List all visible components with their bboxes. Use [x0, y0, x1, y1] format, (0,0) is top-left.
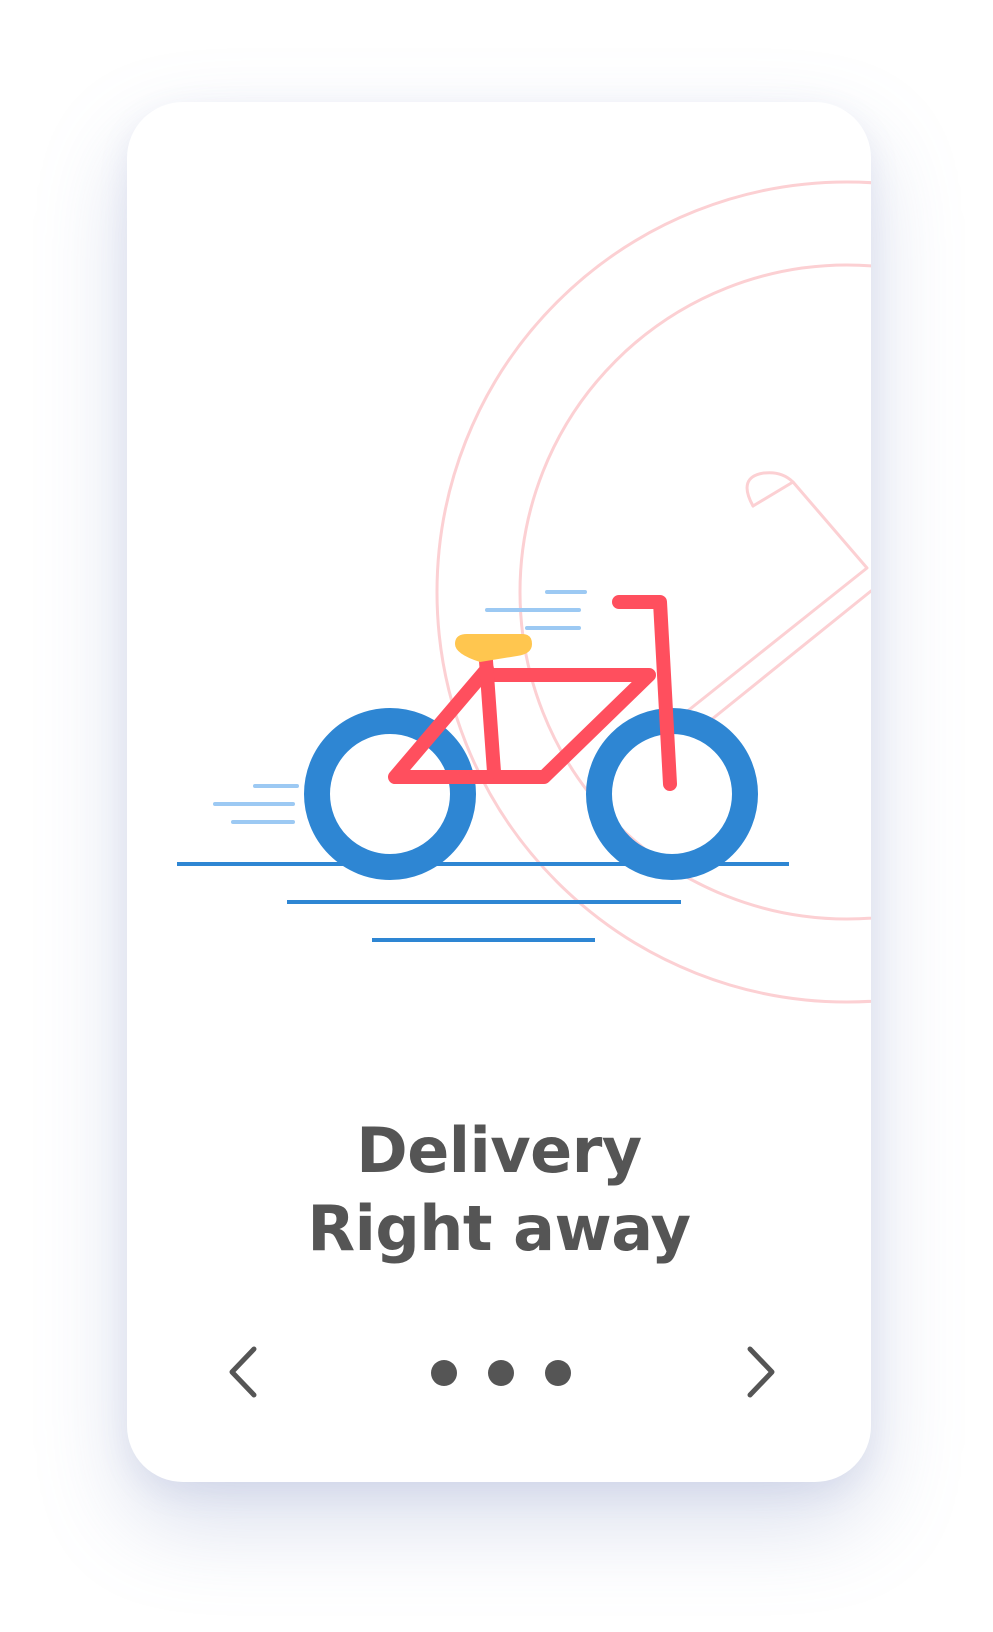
headline-line-2: Right away: [307, 1192, 691, 1265]
pager-navigation: [127, 1322, 871, 1422]
chevron-right-icon: [747, 1346, 775, 1398]
previous-button[interactable]: [214, 1340, 278, 1404]
onboarding-headline: Delivery Right away: [127, 1112, 871, 1268]
onboarding-card: Delivery Right away: [127, 102, 871, 1482]
app-screen: Delivery Right away: [0, 0, 993, 1632]
page-indicator: [431, 1359, 571, 1387]
page-dot-2[interactable]: [488, 1360, 514, 1386]
location-pin-icon: [435, 180, 871, 1004]
headline-line-1: Delivery: [356, 1114, 642, 1187]
page-dot-1[interactable]: [431, 1360, 457, 1386]
delivery-illustration: [177, 180, 871, 1004]
speed-lines: [213, 590, 587, 824]
chevron-left-icon: [229, 1346, 257, 1398]
next-button[interactable]: [726, 1340, 790, 1404]
bicycle-icon: [304, 595, 758, 880]
page-dot-3[interactable]: [545, 1360, 571, 1386]
